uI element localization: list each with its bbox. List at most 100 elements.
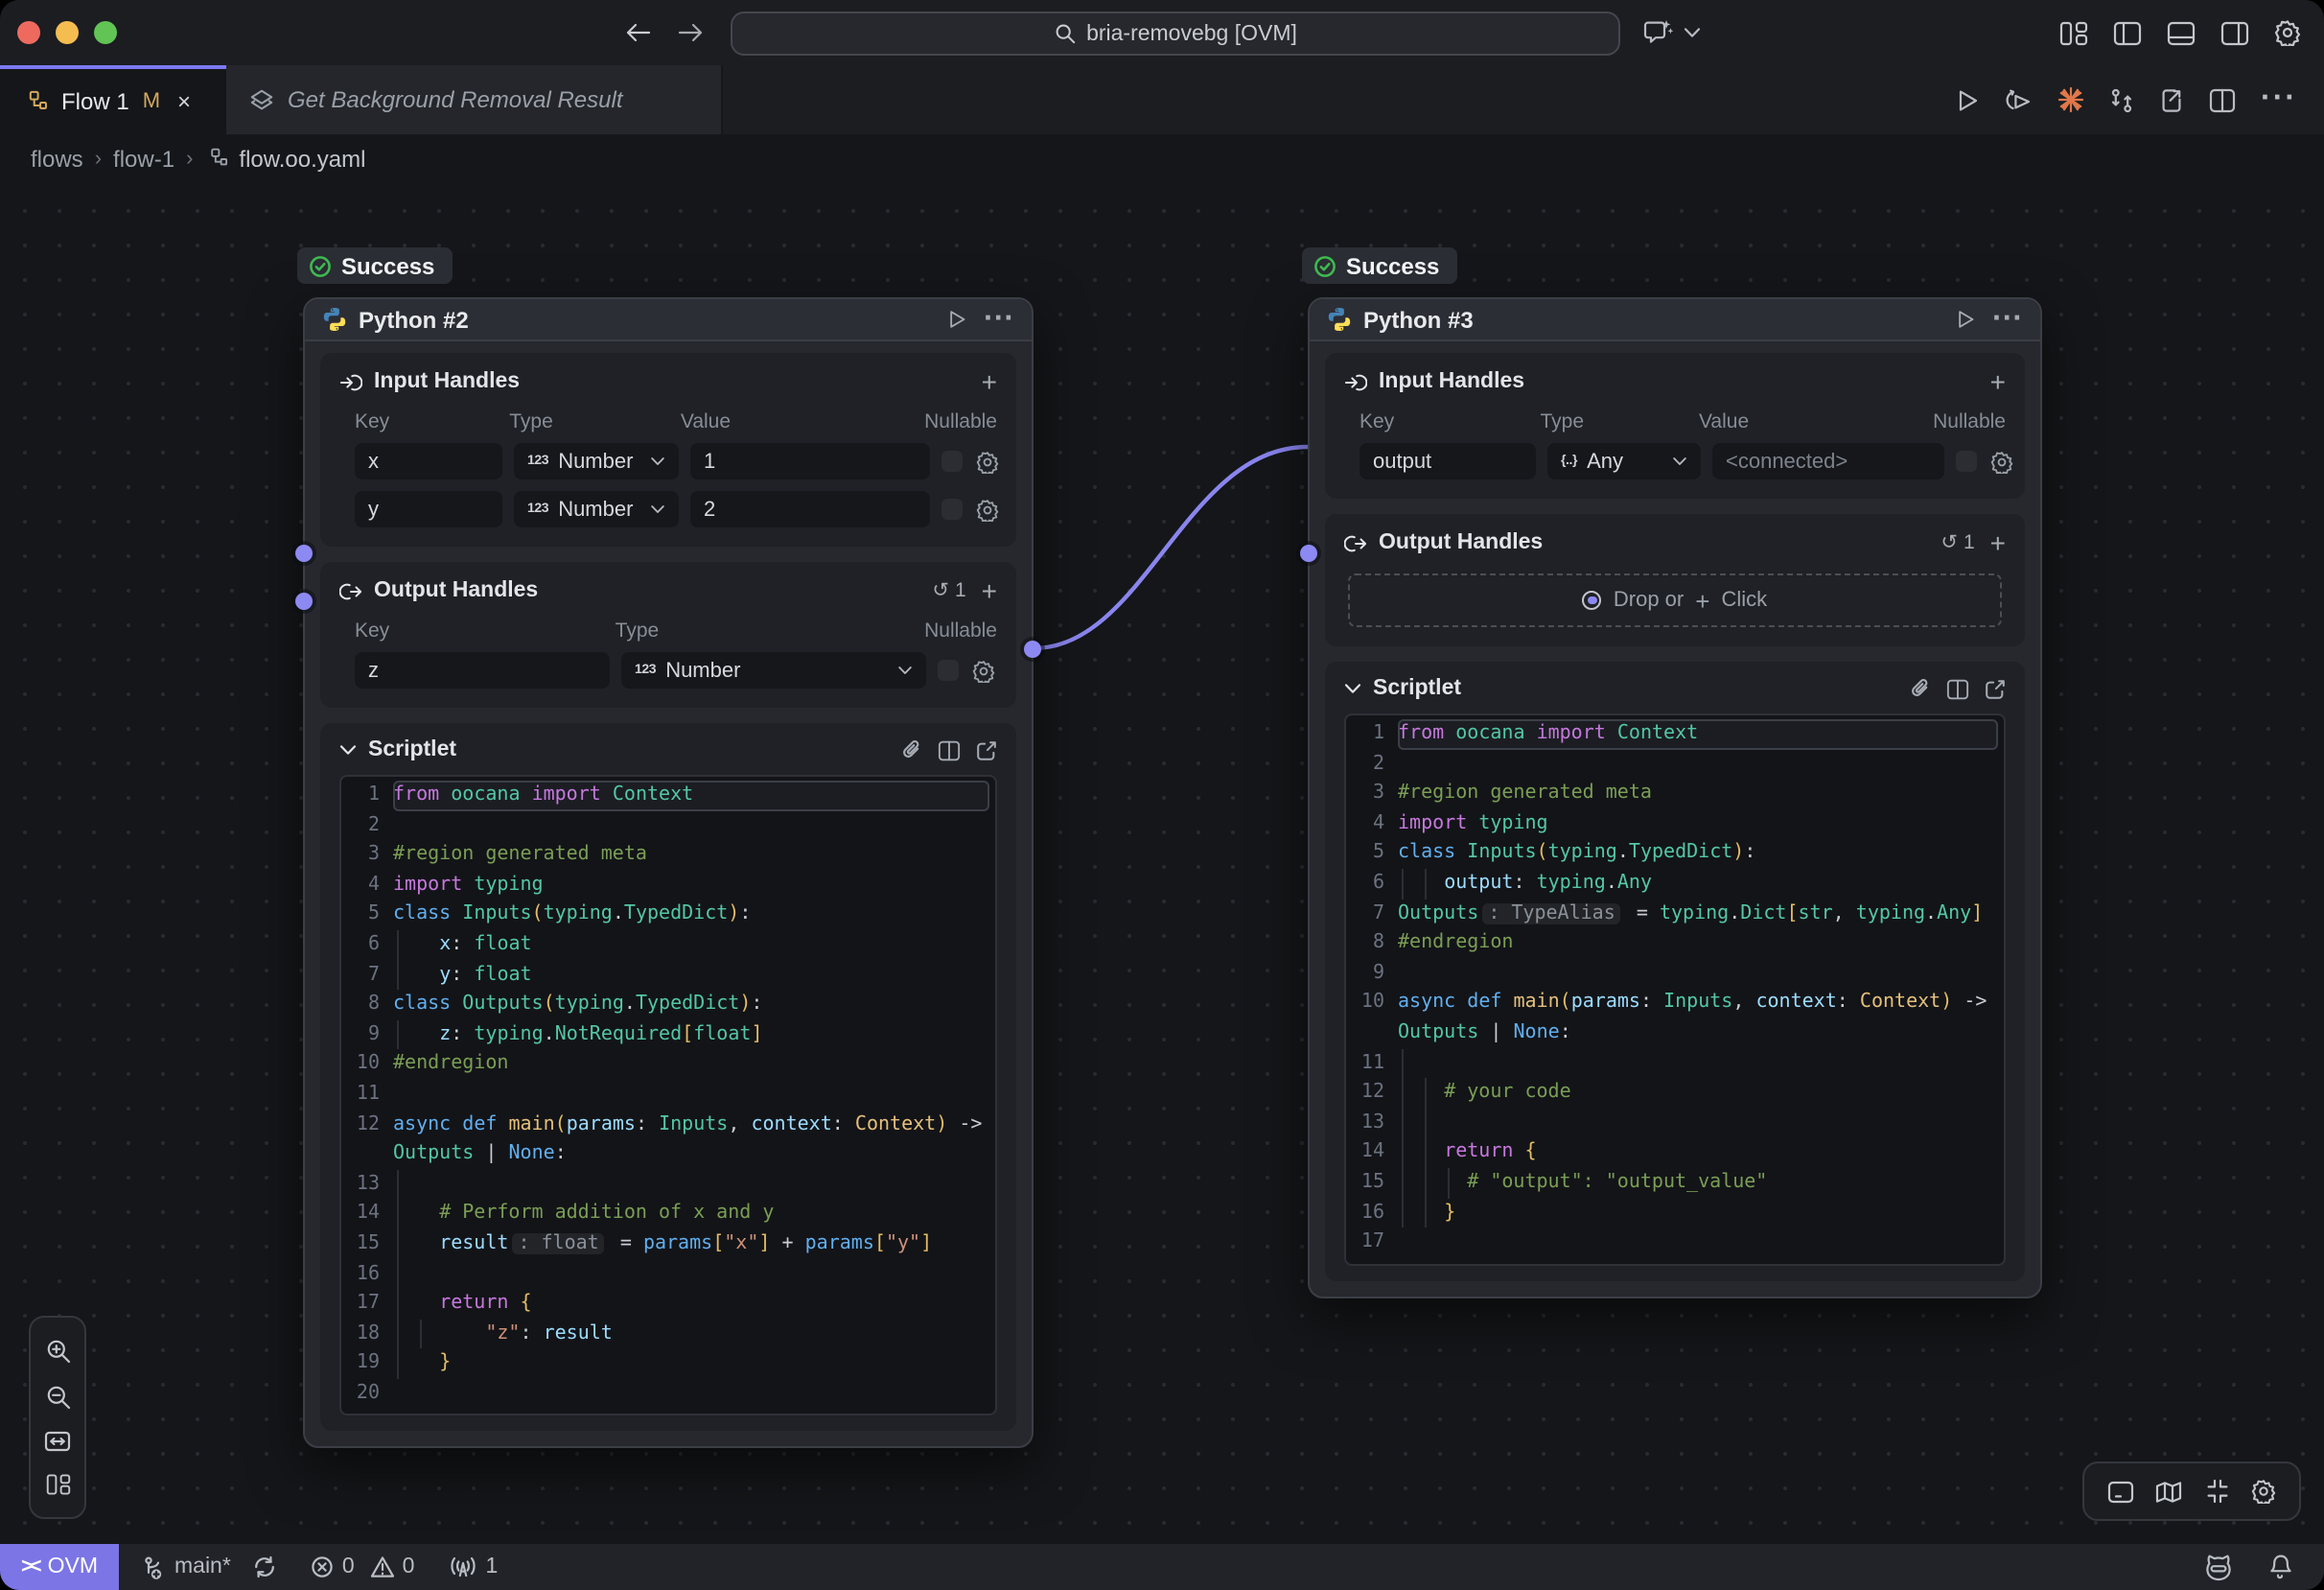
attach-paperclip-icon[interactable]	[1910, 677, 1931, 700]
tab-flow-1[interactable]: Flow 1 M ×	[0, 65, 226, 134]
notifications-bell-icon[interactable]	[2268, 1554, 2293, 1580]
add-output-icon[interactable]: +	[1990, 529, 2006, 556]
input-handles-section: Input Handles + Key Type Value Nullable …	[320, 353, 1016, 547]
fit-width-icon[interactable]	[44, 1431, 71, 1452]
remote-icon: ><	[21, 1555, 38, 1578]
input-handle-y[interactable]	[295, 593, 313, 610]
key-field[interactable]: z	[355, 652, 610, 689]
node-python-3[interactable]: Success Python #3 ··· Input Han	[1308, 297, 2042, 1298]
add-input-icon[interactable]: +	[982, 368, 997, 395]
add-input-icon[interactable]: +	[1990, 368, 2006, 395]
export-share-icon[interactable]	[2159, 87, 2184, 112]
breadcrumb-item[interactable]: flows	[31, 145, 83, 172]
run-flow-icon[interactable]	[1956, 87, 1979, 112]
row-settings-gear-icon[interactable]	[976, 450, 999, 473]
ai-chat-icon[interactable]	[1641, 18, 1674, 47]
row-settings-gear-icon[interactable]	[1990, 450, 2013, 473]
value-field[interactable]: 2	[690, 491, 930, 527]
collapse-chevron-icon[interactable]	[339, 744, 357, 756]
back-button[interactable]	[625, 21, 652, 44]
history-icon[interactable]: ↺1	[1941, 531, 1974, 554]
open-external-icon[interactable]	[1985, 678, 2006, 699]
row-settings-gear-icon[interactable]	[976, 498, 999, 521]
node-more-icon[interactable]: ···	[1992, 302, 2023, 337]
split-columns-icon[interactable]	[938, 739, 961, 760]
canvas-settings-gear-icon[interactable]	[2252, 1479, 2277, 1504]
nullable-checkbox[interactable]	[1956, 451, 1977, 472]
node-title: Python #3	[1363, 306, 1474, 333]
run-node-icon[interactable]	[1956, 309, 1975, 330]
type-select[interactable]: 123Number	[514, 491, 679, 527]
flow-canvas[interactable]: Success Python #2 ···	[0, 182, 2324, 1544]
ports-indicator[interactable]: 1	[449, 1555, 498, 1578]
type-select[interactable]: 123Number	[514, 443, 679, 479]
zoom-out-icon[interactable]	[45, 1385, 70, 1410]
row-settings-gear-icon[interactable]	[972, 659, 995, 682]
collapse-chevron-icon[interactable]	[1344, 683, 1361, 694]
split-columns-icon[interactable]	[1946, 678, 1969, 699]
history-icon[interactable]: ↺1	[932, 579, 965, 602]
more-actions-icon[interactable]: ···	[2261, 82, 2297, 117]
rerun-icon[interactable]	[2004, 87, 2033, 112]
settings-gear-icon[interactable]	[2274, 19, 2301, 46]
key-field[interactable]: output	[1360, 443, 1536, 479]
node-header[interactable]: Python #3 ···	[1310, 299, 2040, 341]
command-center-search[interactable]: bria-removebg [OVM]	[731, 12, 1620, 56]
canvas-view-toolbar	[2082, 1461, 2301, 1521]
attach-paperclip-icon[interactable]	[901, 738, 922, 761]
code-editor[interactable]: 1from oocana import Context23#region gen…	[339, 775, 997, 1416]
add-output-icon[interactable]: +	[982, 577, 997, 604]
node-python-2[interactable]: Success Python #2 ···	[303, 297, 1034, 1449]
forward-button[interactable]	[677, 21, 704, 44]
maximize-window-button[interactable]	[94, 21, 117, 44]
nullable-checkbox[interactable]	[938, 660, 959, 681]
output-drop-zone[interactable]: Drop or + Click	[1348, 573, 2002, 627]
code-editor[interactable]: 1from oocana import Context23#region gen…	[1344, 713, 2006, 1265]
open-external-icon[interactable]	[976, 739, 997, 760]
remote-indicator[interactable]: >< OVM	[0, 1544, 119, 1590]
key-field[interactable]: y	[355, 491, 502, 527]
type-select[interactable]: 123Number	[621, 652, 926, 689]
breadcrumb-item[interactable]: flow.oo.yaml	[239, 145, 365, 172]
assistant-cat-icon[interactable]	[2203, 1553, 2234, 1581]
toggle-secondary-sidebar-icon[interactable]	[2220, 20, 2249, 45]
run-node-icon[interactable]	[947, 309, 966, 330]
nullable-checkbox[interactable]	[941, 451, 963, 472]
minimap-icon[interactable]	[2155, 1480, 2182, 1503]
toggle-panel-icon[interactable]	[2167, 20, 2196, 45]
toggle-panel-icon[interactable]	[2106, 1480, 2133, 1503]
input-handle-x[interactable]	[295, 545, 313, 562]
layout-overview-icon[interactable]	[45, 1473, 70, 1496]
split-editor-icon[interactable]	[2209, 87, 2236, 112]
value-field[interactable]: <connected>	[1712, 443, 1944, 479]
fit-view-icon[interactable]	[2205, 1479, 2230, 1504]
close-tab-icon[interactable]: ×	[177, 88, 191, 115]
node-title: Python #2	[359, 306, 469, 333]
status-bar: >< OVM main* 0 0 1	[0, 1544, 2324, 1590]
output-handle-z[interactable]	[1024, 641, 1041, 658]
value-field[interactable]: 1	[690, 443, 930, 479]
input-handle-output[interactable]	[1300, 545, 1317, 562]
key-field[interactable]: x	[355, 443, 502, 479]
nullable-checkbox[interactable]	[941, 499, 963, 520]
breadcrumb-item[interactable]: flow-1	[113, 145, 174, 172]
branch-indicator[interactable]: main*	[142, 1555, 231, 1579]
ai-starburst-icon[interactable]	[2057, 86, 2084, 113]
sync-changes[interactable]	[254, 1555, 277, 1578]
toggle-sidebar-icon[interactable]	[2113, 20, 2142, 45]
success-check-icon	[309, 254, 332, 277]
chevron-down-icon	[650, 504, 665, 514]
customize-layout-icon[interactable]	[2059, 20, 2088, 45]
chevron-down-icon[interactable]	[1684, 27, 1701, 38]
output-handles-icon	[339, 580, 362, 601]
zoom-in-icon[interactable]	[45, 1339, 70, 1364]
compare-changes-icon[interactable]	[2109, 87, 2134, 112]
minimize-window-button[interactable]	[56, 21, 79, 44]
type-select[interactable]: {..}Any	[1547, 443, 1701, 479]
node-more-icon[interactable]: ···	[984, 302, 1014, 337]
problems-indicator[interactable]: 0 0	[312, 1555, 415, 1578]
handle-radio-icon	[1583, 591, 1602, 610]
tab-get-background-removal-result[interactable]: Get Background Removal Result	[226, 65, 723, 134]
close-window-button[interactable]	[17, 21, 40, 44]
node-header[interactable]: Python #2 ···	[305, 299, 1032, 341]
